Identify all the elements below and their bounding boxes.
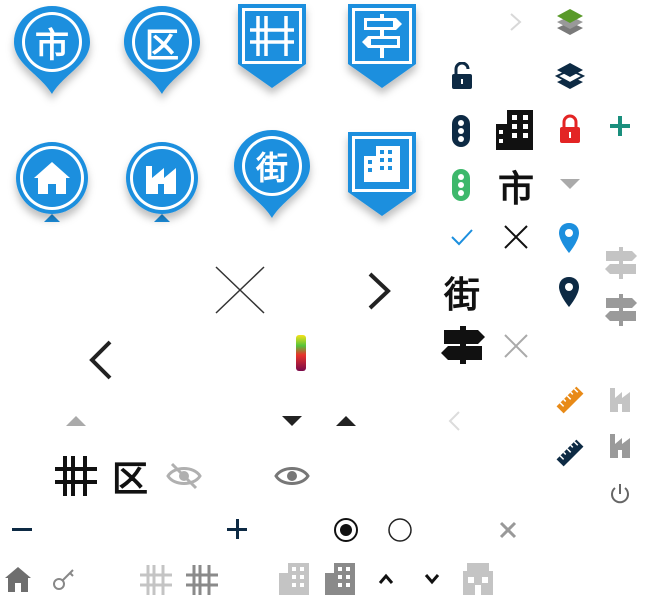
house-gray-icon [5,567,31,592]
lock-open-icon[interactable] [450,62,474,90]
close-icon[interactable] [503,224,529,250]
traffic-light-icon [452,115,470,147]
eye-visible-icon[interactable] [274,462,310,490]
crossroads-square-pin-icon [230,0,314,110]
layers-green-icon[interactable] [555,8,585,36]
signpost-square-pin-icon [340,0,424,110]
close-large-icon[interactable] [214,265,266,315]
triangle-up-icon[interactable] [336,415,356,427]
ward-pin-icon: 区 [120,4,204,114]
ward-black-kanji: 区 [111,459,148,500]
signpost-light-gray-icon [605,247,637,279]
close-gray-icon[interactable] [503,333,529,359]
lock-closed-red-icon[interactable] [558,114,582,144]
office-building-icon [496,110,533,150]
town-black-kanji: 街 [443,275,480,316]
town-pin-icon: 街 [230,128,314,238]
triangle-down-icon[interactable] [282,415,302,427]
chevron-up-small-icon[interactable] [378,573,394,585]
crossroads-light-gray-icon [140,565,172,595]
plus-icon[interactable] [227,519,249,541]
layers-icon[interactable] [555,62,585,90]
factory-gray-icon [610,434,630,458]
chevron-left-faint-icon[interactable] [447,410,461,432]
triangle-up-gray-icon[interactable] [66,415,86,427]
location-pin-blue-icon[interactable] [558,222,580,254]
eye-hidden-icon[interactable] [166,462,202,490]
plus-teal-icon[interactable] [610,116,630,136]
minus-icon[interactable] [12,522,34,538]
signpost-icon [441,326,485,364]
power-icon[interactable] [609,482,631,506]
ward-kanji: 区 [145,25,179,66]
chevron-right-faint-icon[interactable] [509,12,523,32]
radio-checked-icon[interactable] [333,517,359,543]
ruler-orange-icon[interactable] [555,385,585,415]
chevron-down-small-icon[interactable] [424,573,440,585]
factory-light-gray-icon [610,388,630,412]
building-light-gray-icon [279,563,309,595]
traffic-light-green-icon [452,169,470,201]
location-pin-dark-icon[interactable] [558,276,580,308]
shop-light-gray-icon [463,563,493,595]
city-kanji: 市 [35,25,69,66]
check-icon[interactable] [450,228,474,246]
town-kanji: 街 [255,149,288,187]
chevron-left-icon[interactable] [88,340,114,380]
close-small-gray-icon[interactable] [499,521,517,539]
building-gray-icon [325,563,355,595]
color-scale-legend-icon [296,335,306,371]
city-pin-icon: 市 [10,4,94,114]
house-pin-icon [10,138,94,248]
chevron-right-icon[interactable] [366,272,392,310]
city-black-kanji: 市 [497,169,534,210]
factory-pin-icon [120,138,204,248]
crossroads-icon [55,456,97,496]
crossroads-gray-icon [186,565,218,595]
key-icon[interactable] [52,567,76,591]
building-square-pin-icon [340,128,424,238]
radio-unchecked-icon[interactable] [387,517,413,543]
signpost-gray-icon [605,294,637,326]
triangle-down-gray-icon[interactable] [560,178,580,190]
ruler-dark-icon[interactable] [555,438,585,468]
